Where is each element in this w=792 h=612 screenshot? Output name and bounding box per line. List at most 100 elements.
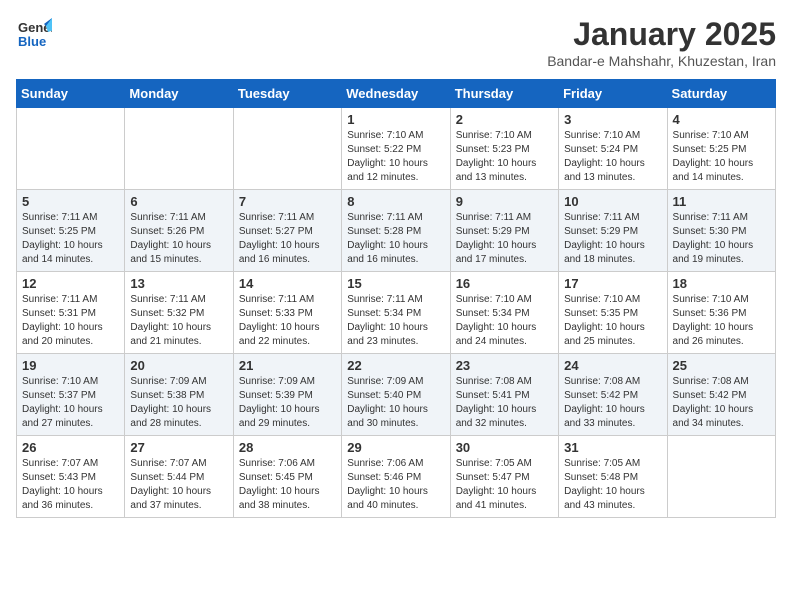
day-number: 27	[130, 440, 227, 455]
calendar-cell: 17Sunrise: 7:10 AM Sunset: 5:35 PM Dayli…	[559, 272, 667, 354]
calendar-cell	[125, 108, 233, 190]
day-number: 20	[130, 358, 227, 373]
day-number: 30	[456, 440, 553, 455]
month-title: January 2025	[547, 16, 776, 53]
calendar-cell	[667, 436, 775, 518]
weekday-header-monday: Monday	[125, 80, 233, 108]
day-info: Sunrise: 7:11 AM Sunset: 5:27 PM Dayligh…	[239, 211, 336, 267]
svg-text:Blue: Blue	[18, 34, 46, 49]
calendar-cell: 20 Sunrise: 7:09 AM Sunset: 5:38 PM Dayli…	[125, 354, 233, 436]
calendar-cell: 11 Sunrise: 7:11 AM Sunset: 5:30 PM Dayli…	[667, 190, 775, 272]
weekday-header-thursday: Thursday	[450, 80, 558, 108]
calendar-cell: 13Sunrise: 7:11 AM Sunset: 5:32 PM Dayli…	[125, 272, 233, 354]
calendar-cell: 29Sunrise: 7:06 AM Sunset: 5:46 PM Dayli…	[342, 436, 450, 518]
calendar-cell: 15 Sunrise: 7:11 AM Sunset: 5:34 PM Dayli…	[342, 272, 450, 354]
day-number: 3	[564, 112, 661, 127]
weekday-header-wednesday: Wednesday	[342, 80, 450, 108]
day-number: 24	[564, 358, 661, 373]
week-row-3: 12 Sunrise: 7:11 AM Sunset: 5:31 PM Dayli…	[17, 272, 776, 354]
day-number: 31	[564, 440, 661, 455]
day-number: 9	[456, 194, 553, 209]
day-info: Sunrise: 7:09 AM Sunset: 5:38 PM Dayligh…	[130, 375, 227, 431]
logo: General Blue	[16, 16, 52, 52]
day-info: Sunrise: 7:11 AM Sunset: 5:32 PM Dayligh…	[130, 293, 227, 349]
day-info: Sunrise: 7:08 AM Sunset: 5:42 PM Dayligh…	[673, 375, 770, 431]
day-info: Sunrise: 7:10 AM Sunset: 5:22 PM Dayligh…	[347, 129, 444, 185]
calendar-cell: 5Sunrise: 7:11 AM Sunset: 5:25 PM Daylig…	[17, 190, 125, 272]
day-info: Sunrise: 7:10 AM Sunset: 5:23 PM Dayligh…	[456, 129, 553, 185]
day-number: 11	[673, 194, 770, 209]
day-info: Sunrise: 7:06 AM Sunset: 5:45 PM Dayligh…	[239, 457, 336, 513]
day-number: 14	[239, 276, 336, 291]
calendar-cell: 2 Sunrise: 7:10 AM Sunset: 5:23 PM Daylig…	[450, 108, 558, 190]
day-info: Sunrise: 7:09 AM Sunset: 5:39 PM Dayligh…	[239, 375, 336, 431]
day-number: 6	[130, 194, 227, 209]
calendar-cell: 25 Sunrise: 7:08 AM Sunset: 5:42 PM Dayli…	[667, 354, 775, 436]
calendar-cell: 8Sunrise: 7:11 AM Sunset: 5:28 PM Daylig…	[342, 190, 450, 272]
day-info: Sunrise: 7:11 AM Sunset: 5:34 PM Dayligh…	[347, 293, 444, 349]
day-number: 12	[22, 276, 119, 291]
day-info: Sunrise: 7:10 AM Sunset: 5:36 PM Dayligh…	[673, 293, 770, 349]
day-info: Sunrise: 7:09 AM Sunset: 5:40 PM Dayligh…	[347, 375, 444, 431]
day-info: Sunrise: 7:11 AM Sunset: 5:31 PM Dayligh…	[22, 293, 119, 349]
day-number: 28	[239, 440, 336, 455]
day-info: Sunrise: 7:10 AM Sunset: 5:34 PM Dayligh…	[456, 293, 553, 349]
day-number: 10	[564, 194, 661, 209]
day-number: 22	[347, 358, 444, 373]
day-number: 2	[456, 112, 553, 127]
day-info: Sunrise: 7:11 AM Sunset: 5:33 PM Dayligh…	[239, 293, 336, 349]
day-number: 17	[564, 276, 661, 291]
day-info: Sunrise: 7:05 AM Sunset: 5:47 PM Dayligh…	[456, 457, 553, 513]
logo-icon: General Blue	[16, 16, 52, 52]
day-info: Sunrise: 7:11 AM Sunset: 5:29 PM Dayligh…	[564, 211, 661, 267]
calendar-cell	[17, 108, 125, 190]
day-info: Sunrise: 7:11 AM Sunset: 5:30 PM Dayligh…	[673, 211, 770, 267]
day-number: 8	[347, 194, 444, 209]
week-row-1: 1Sunrise: 7:10 AM Sunset: 5:22 PM Daylig…	[17, 108, 776, 190]
week-row-4: 19 Sunrise: 7:10 AM Sunset: 5:37 PM Dayli…	[17, 354, 776, 436]
location-subtitle: Bandar-e Mahshahr, Khuzestan, Iran	[547, 53, 776, 69]
day-info: Sunrise: 7:10 AM Sunset: 5:37 PM Dayligh…	[22, 375, 119, 431]
day-number: 25	[673, 358, 770, 373]
calendar-cell: 18Sunrise: 7:10 AM Sunset: 5:36 PM Dayli…	[667, 272, 775, 354]
day-number: 15	[347, 276, 444, 291]
calendar-cell: 14 Sunrise: 7:11 AM Sunset: 5:33 PM Dayli…	[233, 272, 341, 354]
calendar-cell: 28 Sunrise: 7:06 AM Sunset: 5:45 PM Dayli…	[233, 436, 341, 518]
day-info: Sunrise: 7:11 AM Sunset: 5:25 PM Dayligh…	[22, 211, 119, 267]
day-info: Sunrise: 7:11 AM Sunset: 5:26 PM Dayligh…	[130, 211, 227, 267]
day-number: 19	[22, 358, 119, 373]
day-number: 16	[456, 276, 553, 291]
calendar-cell: 26Sunrise: 7:07 AM Sunset: 5:43 PM Dayli…	[17, 436, 125, 518]
calendar-cell: 23 Sunrise: 7:08 AM Sunset: 5:41 PM Dayli…	[450, 354, 558, 436]
calendar-cell: 9Sunrise: 7:11 AM Sunset: 5:29 PM Daylig…	[450, 190, 558, 272]
week-row-5: 26Sunrise: 7:07 AM Sunset: 5:43 PM Dayli…	[17, 436, 776, 518]
day-info: Sunrise: 7:08 AM Sunset: 5:41 PM Dayligh…	[456, 375, 553, 431]
calendar-cell: 7 Sunrise: 7:11 AM Sunset: 5:27 PM Daylig…	[233, 190, 341, 272]
calendar-cell: 24 Sunrise: 7:08 AM Sunset: 5:42 PM Dayli…	[559, 354, 667, 436]
page-header: General Blue January 2025 Bandar-e Mahsh…	[16, 16, 776, 69]
calendar-cell: 27Sunrise: 7:07 AM Sunset: 5:44 PM Dayli…	[125, 436, 233, 518]
weekday-header-friday: Friday	[559, 80, 667, 108]
calendar-cell: 30 Sunrise: 7:05 AM Sunset: 5:47 PM Dayli…	[450, 436, 558, 518]
calendar-cell: 31Sunrise: 7:05 AM Sunset: 5:48 PM Dayli…	[559, 436, 667, 518]
day-number: 21	[239, 358, 336, 373]
calendar-cell: 4 Sunrise: 7:10 AM Sunset: 5:25 PM Daylig…	[667, 108, 775, 190]
calendar-cell: 22 Sunrise: 7:09 AM Sunset: 5:40 PM Dayli…	[342, 354, 450, 436]
calendar-cell: 19 Sunrise: 7:10 AM Sunset: 5:37 PM Dayli…	[17, 354, 125, 436]
weekday-header-saturday: Saturday	[667, 80, 775, 108]
day-info: Sunrise: 7:08 AM Sunset: 5:42 PM Dayligh…	[564, 375, 661, 431]
day-info: Sunrise: 7:10 AM Sunset: 5:24 PM Dayligh…	[564, 129, 661, 185]
calendar-cell: 6 Sunrise: 7:11 AM Sunset: 5:26 PM Daylig…	[125, 190, 233, 272]
day-info: Sunrise: 7:10 AM Sunset: 5:25 PM Dayligh…	[673, 129, 770, 185]
day-number: 29	[347, 440, 444, 455]
weekday-header-row: SundayMondayTuesdayWednesdayThursdayFrid…	[17, 80, 776, 108]
calendar-table: SundayMondayTuesdayWednesdayThursdayFrid…	[16, 79, 776, 518]
calendar-cell: 12 Sunrise: 7:11 AM Sunset: 5:31 PM Dayli…	[17, 272, 125, 354]
calendar-cell: 3 Sunrise: 7:10 AM Sunset: 5:24 PM Daylig…	[559, 108, 667, 190]
day-number: 4	[673, 112, 770, 127]
calendar-cell: 1Sunrise: 7:10 AM Sunset: 5:22 PM Daylig…	[342, 108, 450, 190]
day-number: 7	[239, 194, 336, 209]
calendar-cell: 16 Sunrise: 7:10 AM Sunset: 5:34 PM Dayli…	[450, 272, 558, 354]
day-number: 23	[456, 358, 553, 373]
day-info: Sunrise: 7:07 AM Sunset: 5:43 PM Dayligh…	[22, 457, 119, 513]
